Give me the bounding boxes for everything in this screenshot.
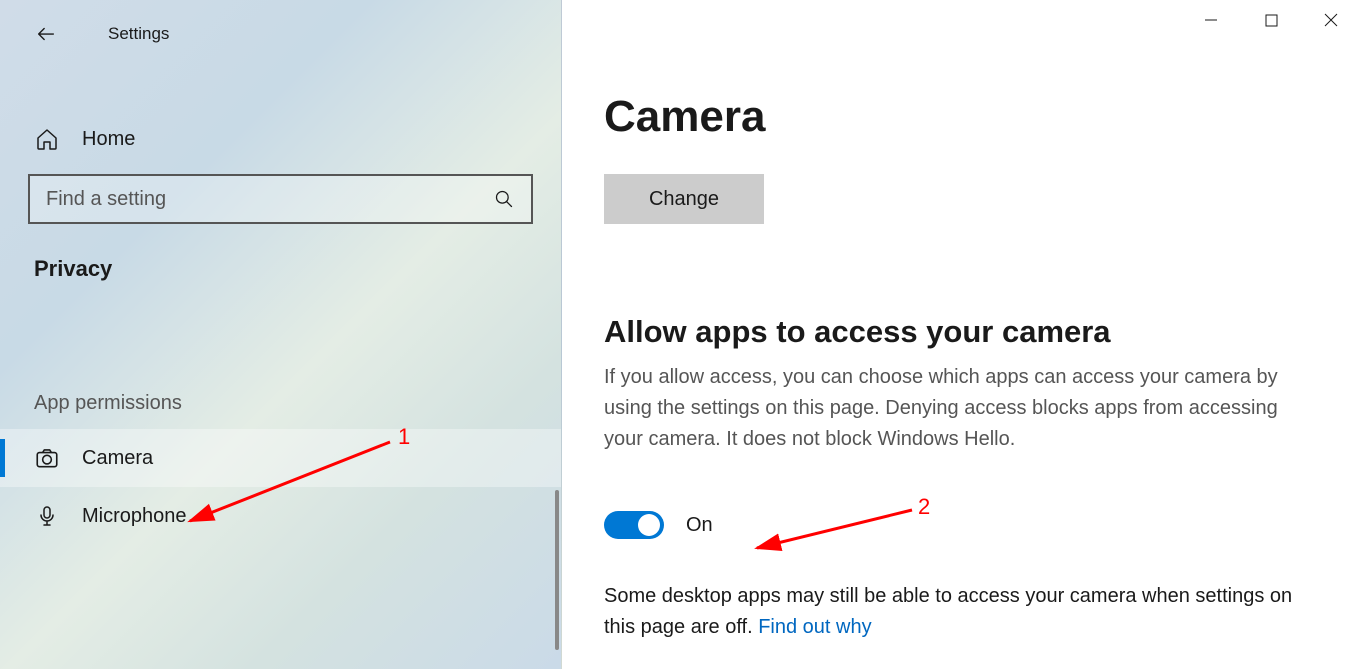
- home-icon: [34, 126, 60, 152]
- maximize-icon: [1265, 14, 1278, 27]
- window-title: Settings: [108, 24, 169, 44]
- sidebar-item-microphone[interactable]: Microphone: [0, 487, 561, 545]
- note-text: Some desktop apps may still be able to a…: [604, 585, 1292, 638]
- toggle-state-label: On: [686, 514, 713, 537]
- search-box[interactable]: [28, 174, 533, 224]
- search-icon: [493, 188, 515, 210]
- sidebar-scrollbar[interactable]: [555, 490, 559, 650]
- camera-icon: [34, 445, 60, 471]
- sidebar-item-label: Microphone: [82, 505, 187, 528]
- sidebar-item-label: Camera: [82, 447, 153, 470]
- back-button[interactable]: [30, 18, 62, 50]
- find-out-why-link[interactable]: Find out why: [758, 616, 871, 638]
- allow-description: If you allow access, you can choose whic…: [604, 362, 1319, 455]
- change-button[interactable]: Change: [604, 174, 764, 224]
- desktop-apps-note: Some desktop apps may still be able to a…: [604, 581, 1319, 643]
- sidebar-item-label: Home: [82, 128, 135, 151]
- sidebar-section-privacy: Privacy: [0, 242, 561, 302]
- microphone-icon: [34, 503, 60, 529]
- back-arrow-icon: [35, 23, 57, 45]
- minimize-icon: [1204, 13, 1218, 27]
- close-icon: [1324, 13, 1338, 27]
- main-content: Camera Change Allow apps to access your …: [562, 0, 1361, 669]
- search-input[interactable]: [46, 188, 493, 211]
- allow-heading: Allow apps to access your camera: [604, 314, 1319, 350]
- window-minimize-button[interactable]: [1181, 0, 1241, 40]
- page-title: Camera: [604, 92, 1319, 142]
- sidebar-group-label: App permissions: [0, 302, 561, 429]
- window-maximize-button[interactable]: [1241, 0, 1301, 40]
- toggle-knob: [638, 514, 660, 536]
- window-close-button[interactable]: [1301, 0, 1361, 40]
- sidebar-item-camera[interactable]: Camera: [0, 429, 561, 487]
- camera-access-toggle[interactable]: [604, 511, 664, 539]
- sidebar: Settings Home Privacy App permissions Ca…: [0, 0, 562, 669]
- sidebar-item-home[interactable]: Home: [0, 110, 561, 168]
